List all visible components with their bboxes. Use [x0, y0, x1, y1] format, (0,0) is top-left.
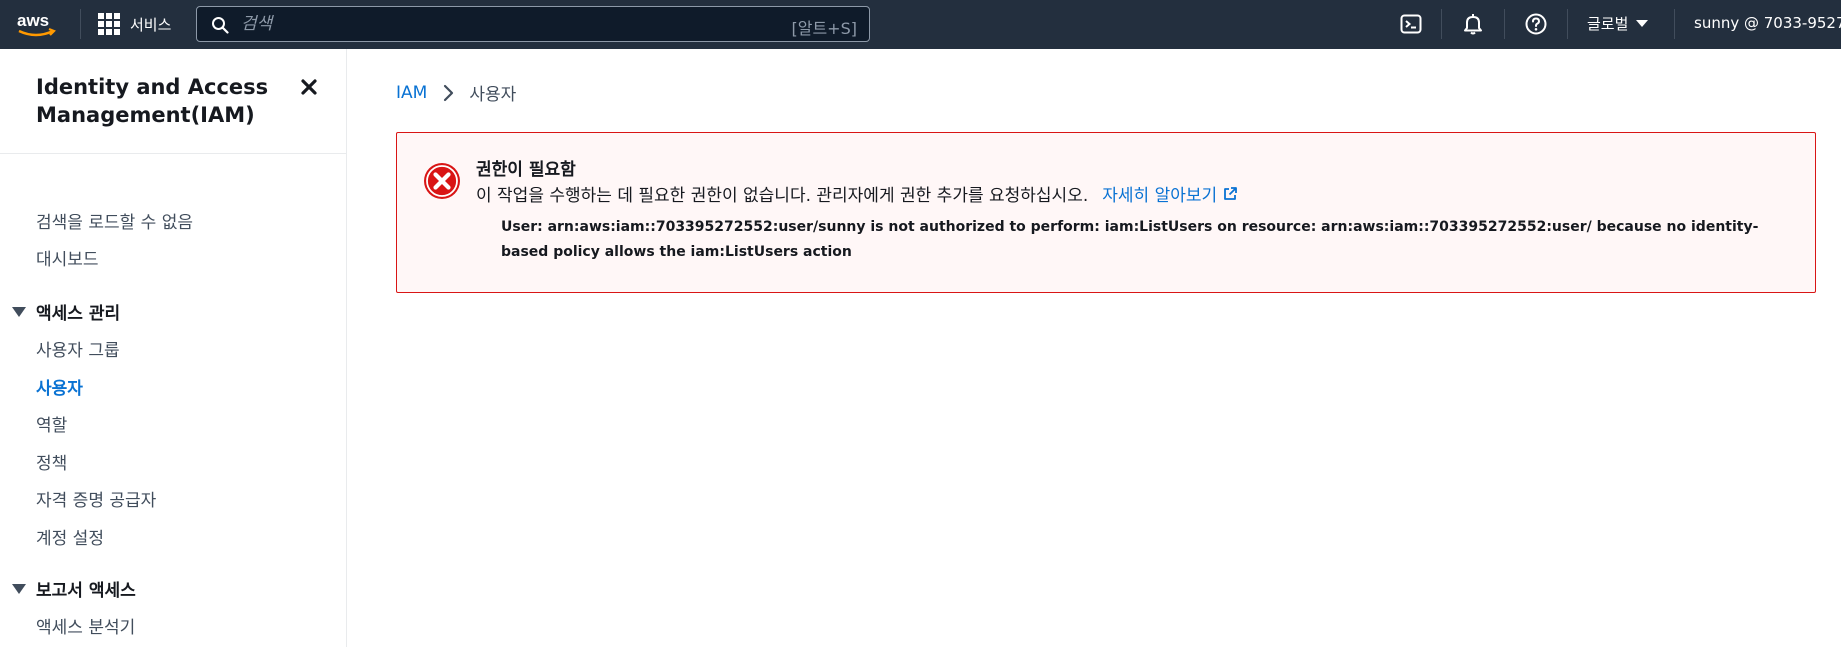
account-menu[interactable]: sunny @ 7033-9527- — [1694, 14, 1841, 32]
services-menu-button[interactable]: 서비스 — [98, 12, 171, 36]
aws-logo-text: aws — [17, 11, 49, 30]
error-x-circle-icon — [424, 163, 460, 199]
sidebar-section-access-management[interactable]: 액세스 관리 — [12, 299, 120, 324]
caret-down-icon — [1636, 20, 1649, 27]
sidebar-title: Identity and Access Management(IAM) — [36, 75, 269, 127]
nav-divider — [1567, 9, 1568, 39]
sidebar-item-identity-providers[interactable]: 자격 증명 공급자 — [36, 486, 156, 511]
error-alert: 권한이 필요함 이 작업을 수행하는 데 필요한 권한이 없습니다. 관리자에게… — [396, 132, 1816, 293]
breadcrumb: IAM 사용자 — [396, 80, 517, 106]
grid-icon — [98, 13, 120, 35]
sidebar-item-policies[interactable]: 정책 — [36, 449, 67, 474]
search-input[interactable] — [241, 12, 741, 36]
sidebar: Identity and Access Management(IAM) 검색을 … — [0, 49, 347, 647]
learn-more-link[interactable]: 자세히 알아보기 — [1102, 181, 1238, 206]
search-icon — [212, 17, 229, 34]
sidebar-section-access-reports[interactable]: 보고서 액세스 — [12, 576, 136, 601]
sidebar-item-access-analyzer[interactable]: 액세스 분석기 — [36, 613, 135, 638]
notifications-bell-icon[interactable] — [1461, 12, 1485, 36]
search-shortcut-hint: [알트+S] — [791, 19, 858, 38]
sidebar-section-label: 액세스 관리 — [36, 304, 121, 324]
region-label: 글로벌 — [1587, 15, 1629, 33]
region-selector[interactable]: 글로벌 — [1587, 13, 1649, 34]
sidebar-divider — [0, 153, 347, 154]
alert-detail-text: User: arn:aws:iam::703395272552:user/sun… — [501, 219, 1759, 260]
breadcrumb-link-iam[interactable]: IAM — [396, 83, 427, 103]
chevron-right-icon — [444, 84, 454, 101]
alert-title: 권한이 필요함 — [476, 160, 576, 180]
search-box[interactable]: [알트+S] — [196, 6, 870, 42]
nav-divider — [1504, 9, 1505, 39]
external-link-icon — [1224, 186, 1238, 200]
close-icon[interactable] — [298, 76, 320, 98]
triangle-down-icon — [12, 306, 26, 317]
triangle-down-icon — [12, 583, 26, 594]
sidebar-item-user-groups[interactable]: 사용자 그룹 — [36, 336, 120, 361]
sidebar-section-label: 보고서 액세스 — [36, 581, 136, 601]
services-label: 서비스 — [130, 15, 172, 34]
nav-divider — [80, 9, 81, 39]
sidebar-item-search-unavailable[interactable]: 검색을 로드할 수 없음 — [36, 208, 193, 233]
alert-message: 이 작업을 수행하는 데 필요한 권한이 없습니다. 관리자에게 권한 추가를 … — [476, 181, 1238, 206]
cloudshell-icon[interactable] — [1399, 12, 1423, 36]
sidebar-item-account-settings[interactable]: 계정 설정 — [36, 524, 104, 549]
alert-message-text: 이 작업을 수행하는 데 필요한 권한이 없습니다. 관리자에게 권한 추가를 … — [476, 186, 1089, 206]
sidebar-item-users[interactable]: 사용자 — [36, 374, 83, 399]
nav-divider — [1441, 9, 1442, 39]
nav-divider — [1674, 9, 1675, 39]
aws-logo-icon[interactable]: aws — [16, 10, 60, 40]
top-navigation: aws 서비스 [알트+S] 글로벌 — [0, 0, 1841, 49]
help-icon[interactable] — [1524, 12, 1548, 36]
breadcrumb-current: 사용자 — [469, 85, 517, 105]
learn-more-label: 자세히 알아보기 — [1102, 186, 1218, 206]
sidebar-item-roles[interactable]: 역할 — [36, 411, 67, 436]
sidebar-item-dashboard[interactable]: 대시보드 — [36, 245, 99, 270]
